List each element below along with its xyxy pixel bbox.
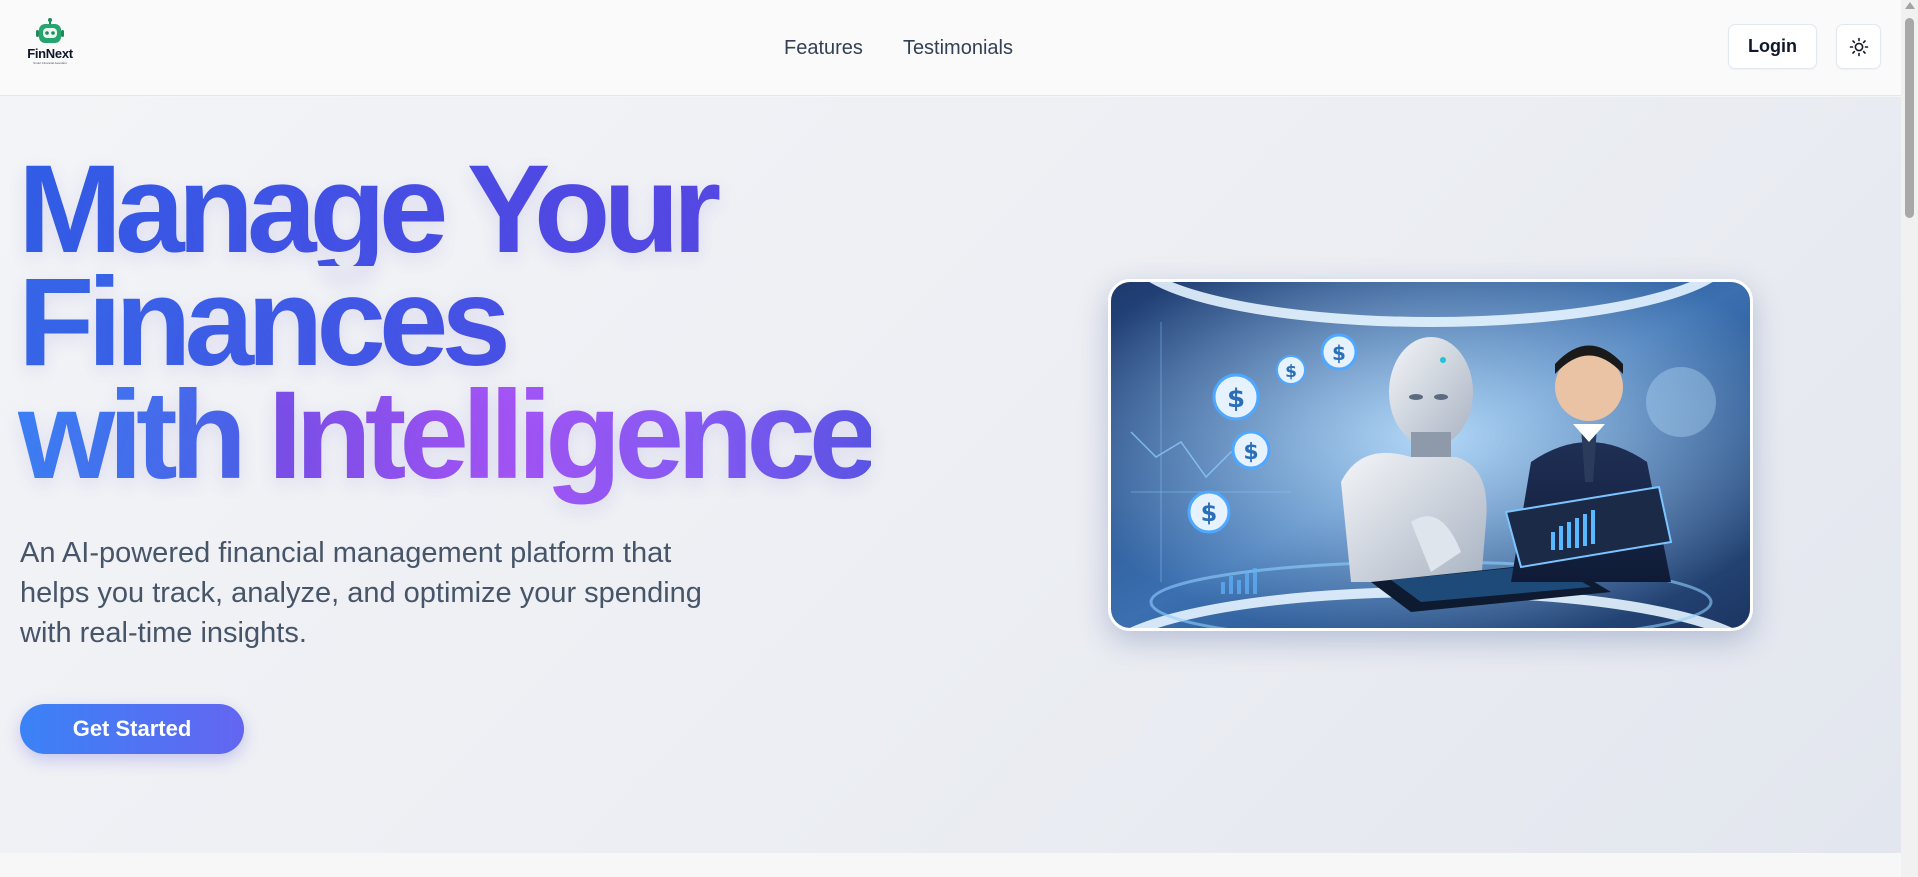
logo[interactable]: FinNext Smart Financial Assistant [24, 18, 76, 70]
scroll-up-icon[interactable] [1905, 2, 1915, 9]
theme-toggle-button[interactable] [1836, 24, 1881, 69]
headline-line-1: Manage Your [18, 147, 871, 272]
svg-text:$: $ [1227, 384, 1245, 414]
get-started-button[interactable]: Get Started [20, 704, 244, 754]
headline-line-3: with Intelligence [18, 373, 878, 498]
hero-image: $ $ $ $ $ [1108, 279, 1753, 631]
svg-text:$: $ [1285, 362, 1297, 382]
next-section-edge [0, 853, 1901, 877]
svg-text:$: $ [1332, 341, 1346, 365]
logo-tagline: Smart Financial Assistant [33, 61, 67, 65]
login-button[interactable]: Login [1728, 24, 1817, 69]
svg-text:$: $ [1243, 440, 1258, 465]
hero-subtitle: An AI-powered financial management platf… [20, 537, 702, 649]
logo-name: FinNext [27, 46, 73, 61]
nav-link-testimonials[interactable]: Testimonials [903, 37, 1013, 60]
hero-headline: Manage Your Finances with Intelligence [18, 147, 878, 498]
nav-link-features[interactable]: Features [784, 37, 863, 60]
headline-word-intelligence: Intelligence [267, 366, 879, 505]
robot-icon [35, 18, 65, 46]
scroll-thumb[interactable] [1905, 18, 1914, 218]
headline-line-2: Finances [18, 260, 871, 385]
sun-icon [1849, 37, 1868, 56]
page-scrollbar[interactable] [1901, 0, 1918, 877]
site-header: FinNext Smart Financial Assistant Featur… [0, 0, 1901, 96]
main-nav: Features Testimonials [784, 0, 1013, 96]
hero-section: Manage Your Finances with Intelligence A… [0, 97, 1901, 853]
headline-word-with: with [18, 366, 247, 505]
svg-text:$: $ [1201, 499, 1218, 527]
